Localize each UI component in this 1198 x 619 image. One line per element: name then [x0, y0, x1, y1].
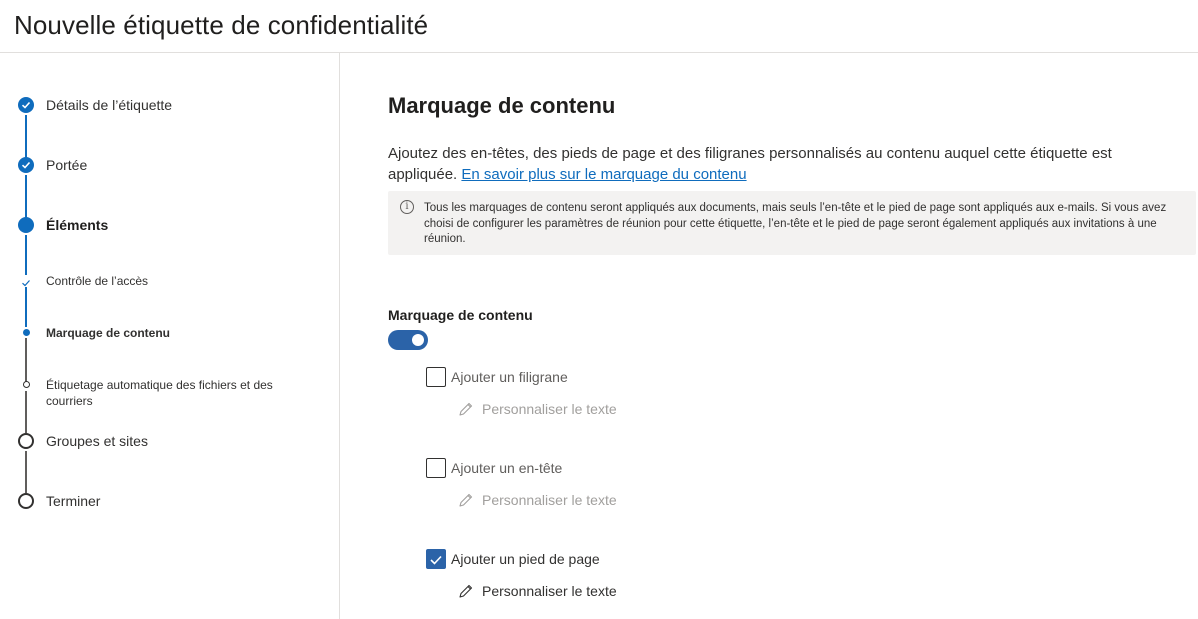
page-header: Nouvelle étiquette de confidentialité: [0, 0, 1198, 53]
progress-line: [25, 287, 27, 327]
progress-line: [25, 235, 27, 275]
customize-text-label: Personnaliser le texte: [482, 492, 617, 508]
watermark-checkbox[interactable]: [426, 367, 446, 387]
info-banner: i Tous les marquages de contenu seront a…: [388, 191, 1196, 255]
header-checkbox[interactable]: [426, 458, 446, 478]
progress-line: [25, 391, 27, 433]
wizard-sidebar: Détails de l’étiquette Portée Éléments C…: [0, 53, 340, 619]
step-done-icon: [18, 157, 34, 173]
step-label-scope[interactable]: Portée: [46, 157, 87, 173]
footer-checkbox[interactable]: [426, 549, 446, 569]
step-label-groups-sites[interactable]: Groupes et sites: [46, 433, 148, 449]
section-title: Marquage de contenu: [388, 93, 616, 118]
substep-check-icon: [22, 280, 30, 287]
substep-current-icon: [22, 329, 30, 336]
toggle-label: Marquage de contenu: [388, 307, 533, 323]
pencil-icon: [459, 402, 473, 416]
progress-line: [25, 338, 27, 383]
checkmark-icon: [430, 555, 442, 565]
customize-text-label: Personnaliser le texte: [482, 401, 617, 417]
substep-todo-icon: [22, 381, 30, 388]
pencil-icon: [459, 584, 473, 598]
section-description: Ajoutez des en-têtes, des pieds de page …: [388, 143, 1178, 185]
step-todo-icon: [18, 433, 34, 449]
learn-more-link[interactable]: En savoir plus sur le marquage du conten…: [461, 166, 746, 183]
step-label-finish[interactable]: Terminer: [46, 493, 100, 509]
step-label-items[interactable]: Éléments: [46, 217, 108, 233]
substep-content-marking[interactable]: Marquage de contenu: [46, 325, 296, 341]
toggle-knob: [412, 334, 424, 346]
watermark-label: Ajouter un filigrane: [451, 369, 568, 385]
page-title: Nouvelle étiquette de confidentialité: [14, 10, 429, 40]
step-done-icon: [18, 97, 34, 113]
substep-access-control[interactable]: Contrôle de l’accès: [46, 273, 296, 289]
info-banner-text: Tous les marquages de contenu seront app…: [424, 202, 1167, 245]
substep-auto-labeling[interactable]: Étiquetage automatique des fichiers et d…: [46, 377, 296, 409]
progress-line: [25, 451, 27, 493]
step-label-details[interactable]: Détails de l’étiquette: [46, 97, 172, 113]
step-current-icon: [18, 217, 34, 233]
footer-label: Ajouter un pied de page: [451, 551, 600, 567]
info-icon: i: [400, 200, 414, 214]
progress-line: [25, 115, 27, 159]
header-label: Ajouter un en-tête: [451, 460, 563, 476]
pencil-icon: [459, 493, 473, 507]
customize-text-label: Personnaliser le texte: [482, 583, 617, 599]
content-marking-toggle[interactable]: [388, 330, 428, 350]
progress-line: [25, 175, 27, 219]
step-todo-icon: [18, 493, 34, 509]
